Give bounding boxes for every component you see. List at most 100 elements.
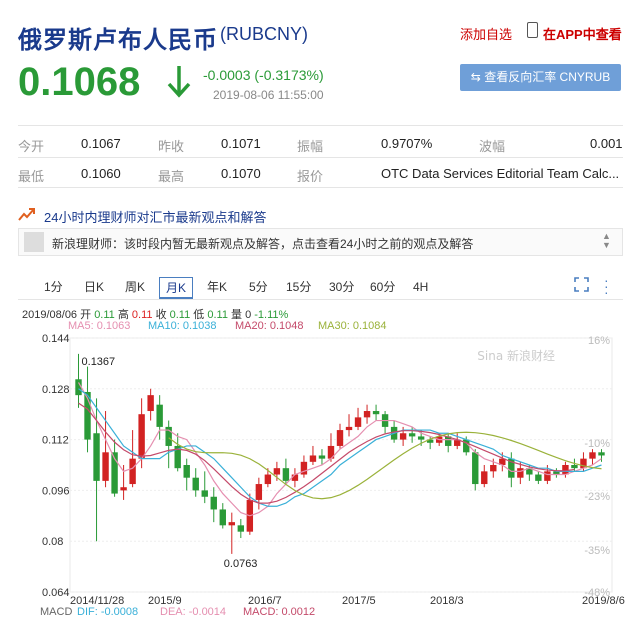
candle-body bbox=[363, 411, 371, 418]
trend-icon bbox=[18, 208, 35, 221]
reverse-rate-label: 查看反向汇率 CNYRUB bbox=[484, 70, 611, 84]
macd-dif: DIF: -0.0008 bbox=[77, 606, 139, 618]
page-title: 俄罗斯卢布人民币 bbox=[18, 27, 218, 54]
candle-body bbox=[228, 522, 235, 526]
more-options-icon[interactable]: · · · bbox=[604, 273, 609, 299]
phone-icon bbox=[527, 22, 538, 38]
candle-body bbox=[192, 477, 199, 491]
candle-body bbox=[481, 471, 488, 485]
candle-body bbox=[120, 487, 127, 491]
candle-body bbox=[237, 525, 245, 532]
divider bbox=[18, 157, 623, 158]
ma20-line bbox=[78, 402, 575, 504]
view-in-app-link[interactable]: 在APP中查看 bbox=[543, 24, 622, 43]
candle-body bbox=[354, 417, 362, 427]
pct-tick-label: -10% bbox=[584, 438, 610, 450]
candle-body bbox=[210, 496, 217, 510]
tab-5min[interactable]: 5分 bbox=[243, 277, 274, 299]
fullscreen-icon[interactable] bbox=[574, 277, 589, 292]
candle-body bbox=[571, 465, 578, 469]
candle-body bbox=[255, 484, 263, 500]
avatar bbox=[24, 232, 44, 252]
tab-1min[interactable]: 1分 bbox=[38, 277, 69, 299]
tab-week[interactable]: 周K bbox=[119, 277, 151, 299]
tab-4h[interactable]: 4H bbox=[407, 277, 434, 299]
down-arrow-icon bbox=[167, 66, 191, 98]
scroll-arrows-icon[interactable]: ▲ ▼ bbox=[602, 232, 611, 250]
candle-body bbox=[472, 452, 479, 485]
candle-body bbox=[273, 468, 281, 475]
y-tick-label: 0.128 bbox=[42, 384, 70, 396]
candle-body bbox=[156, 404, 163, 427]
macd-dea: DEA: -0.0014 bbox=[160, 606, 227, 618]
candle-body bbox=[535, 474, 542, 481]
candle-body bbox=[147, 395, 154, 412]
candle-body bbox=[309, 455, 317, 462]
candle-body bbox=[408, 433, 416, 437]
stat-label: 最低 bbox=[18, 169, 45, 184]
candle-body bbox=[372, 411, 380, 415]
stat-label: 波幅 bbox=[479, 139, 506, 154]
stat-label: 今开 bbox=[18, 139, 45, 154]
candle-body bbox=[102, 452, 109, 481]
tab-60min[interactable]: 60分 bbox=[364, 277, 401, 299]
candle-body bbox=[345, 426, 353, 431]
stat-value: 0.1060 bbox=[81, 166, 121, 181]
x-tick-label: 2018/3 bbox=[430, 595, 464, 605]
divider bbox=[18, 125, 623, 126]
x-tick-label: 2014/11/28 bbox=[70, 595, 124, 605]
tab-day[interactable]: 日K bbox=[78, 277, 110, 299]
x-tick-label: 2016/7 bbox=[248, 595, 282, 605]
y-tick-label: 0.08 bbox=[42, 536, 63, 548]
high-annotation: 0.1367 bbox=[82, 356, 116, 368]
stat-value: 0.001 bbox=[590, 136, 623, 151]
candle-body bbox=[336, 430, 344, 446]
candle-body bbox=[589, 452, 596, 459]
candle-body bbox=[282, 468, 290, 481]
watermark: Sina 新浪财经 bbox=[477, 348, 555, 363]
stat-label: 报价 bbox=[297, 169, 324, 184]
macd-value: MACD: 0.0012 bbox=[243, 606, 316, 618]
candle-body bbox=[138, 414, 145, 459]
low-annotation: 0.0763 bbox=[224, 558, 258, 570]
reverse-rate-button[interactable]: ⇆ 查看反向汇率 CNYRUB bbox=[460, 64, 621, 91]
candle-body bbox=[201, 490, 208, 497]
x-tick-label: 2019/8/6 bbox=[582, 595, 625, 605]
news-text[interactable]: 新浪理财师：该时段内暂无最新观点及解答，点击查看24小时之前的观点及解答 bbox=[52, 235, 473, 252]
candle-body bbox=[183, 465, 190, 478]
stat-label: 振幅 bbox=[297, 139, 324, 154]
stat-label: 昨收 bbox=[158, 139, 185, 154]
pct-tick-label: -23% bbox=[584, 491, 610, 503]
stat-value: OTC Data Services Editorial Team Calc... bbox=[381, 166, 620, 181]
y-tick-label: 0.112 bbox=[42, 435, 69, 447]
stat-value: 0.1070 bbox=[221, 166, 261, 181]
tab-month[interactable]: 月K bbox=[159, 277, 194, 299]
y-tick-label: 0.144 bbox=[42, 333, 70, 345]
stat-value: 0.1071 bbox=[221, 136, 261, 151]
y-tick-label: 0.096 bbox=[42, 485, 70, 497]
swap-icon: ⇆ bbox=[470, 70, 485, 84]
x-tick-label: 2015/9 bbox=[148, 595, 182, 605]
candle-body bbox=[219, 509, 226, 526]
candle-body bbox=[93, 433, 100, 481]
tab-year[interactable]: 年K bbox=[201, 277, 233, 299]
candle-body bbox=[598, 452, 605, 456]
macd-label: MACD bbox=[40, 606, 73, 618]
ma5-line bbox=[77, 382, 602, 517]
tab-15min[interactable]: 15分 bbox=[280, 277, 317, 299]
candle-body bbox=[544, 471, 551, 481]
candle-body bbox=[318, 455, 326, 459]
current-price: 0.1068 bbox=[18, 60, 141, 104]
candle-body bbox=[517, 468, 524, 478]
candle-body bbox=[562, 465, 569, 475]
pct-tick-label: -35% bbox=[584, 545, 610, 557]
add-watchlist-button[interactable]: 添加自选 bbox=[460, 24, 512, 43]
price-change: -0.0003 (-0.3173%) bbox=[203, 67, 324, 83]
candle-body bbox=[490, 465, 497, 472]
stat-value: 0.9707% bbox=[381, 136, 433, 151]
tab-30min[interactable]: 30分 bbox=[323, 277, 360, 299]
candlestick-chart[interactable]: 0.144 0.128 0.112 0.096 0.08 0.064 16% -10% -23%… bbox=[0, 330, 629, 605]
quote-time: 2019-08-06 11:55:00 bbox=[213, 88, 324, 102]
news-heading[interactable]: 24小时内理财师对汇市最新观点和解答 bbox=[44, 207, 266, 226]
candle-body bbox=[399, 433, 407, 440]
